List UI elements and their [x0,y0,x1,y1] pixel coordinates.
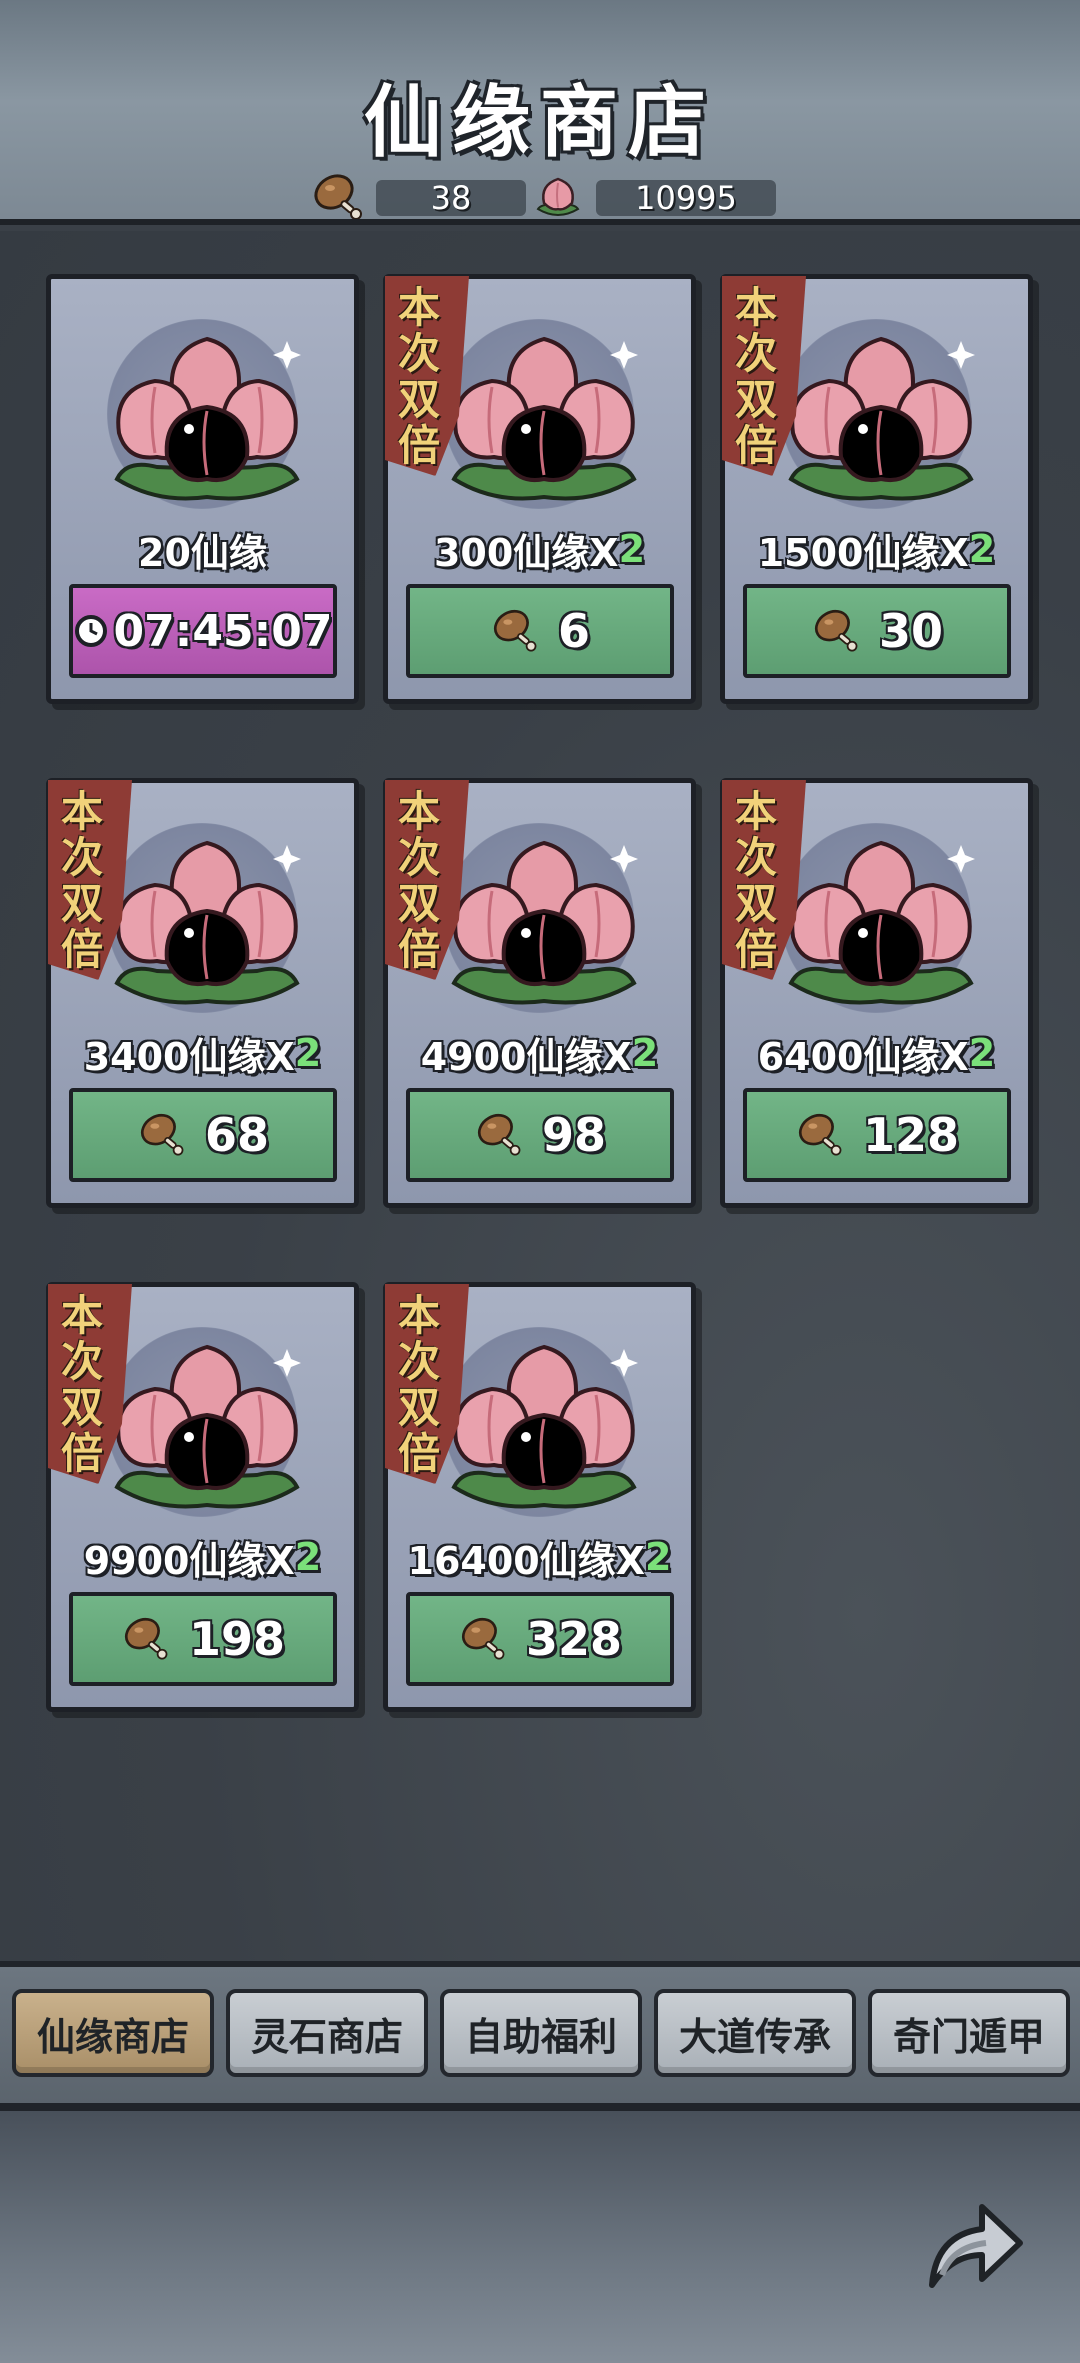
item-amount: 1500仙缘X [757,530,969,575]
shop-item-card[interactable]: 本次双倍 300仙缘X 2 6 [383,274,696,704]
item-amount: 3400仙缘X [83,1034,295,1079]
drumstick-icon [814,609,858,652]
item-amount-label: 1500仙缘X 2 [733,517,1020,581]
shop-item-card[interactable]: 本次双倍 1500仙缘X 2 30 [720,274,1033,704]
tab-self-welfare[interactable]: 自助福利 [440,1989,642,2077]
peach-bundle-icon [451,336,638,501]
item-multiplier: 2 [968,1031,996,1075]
item-amount-label: 16400仙缘X 2 [396,1525,683,1589]
price-text: 30 [878,604,943,658]
peach-bundle-icon [788,336,975,501]
price-text: 328 [525,1612,623,1666]
item-amount: 300仙缘X [433,530,619,575]
double-badge: 本次双倍 [735,787,778,974]
price-text: 128 [862,1108,960,1162]
buy-button[interactable]: 68 [69,1088,337,1182]
item-multiplier: 2 [968,527,996,571]
double-badge: 本次双倍 [398,1291,441,1478]
drumstick-icon [461,1617,505,1660]
clock-icon [74,615,107,647]
price-text: 68 [204,1108,269,1162]
drumstick-icon [140,1113,184,1156]
drumstick-count: 38 [376,179,526,217]
drumstick-icon [477,1113,521,1156]
peach-bundle-icon [114,336,301,501]
share-arrow-icon[interactable] [912,2185,1032,2305]
item-amount: 6400仙缘X [757,1034,969,1079]
peach-bundle-icon [114,1344,301,1509]
item-amount-label: 300仙缘X 2 [396,517,683,581]
buy-button[interactable]: 128 [743,1088,1011,1182]
page-title: 仙缘商店 [363,77,716,168]
buy-button[interactable]: 198 [69,1592,337,1686]
item-amount: 16400仙缘X [407,1538,646,1583]
double-badge: 本次双倍 [398,283,441,470]
tab-dao-inheritance[interactable]: 大道传承 [654,1989,856,2077]
shop-item-card[interactable]: 本次双倍 16400仙缘X 2 328 [383,1282,696,1712]
item-multiplier: 2 [618,527,646,571]
shop-tabs: 仙缘商店 灵石商店 自助福利 大道传承 奇门遁甲 [0,1961,1080,2111]
item-amount-label: 4900仙缘X 2 [396,1021,683,1085]
shop-grid: 20仙缘 07:45:07 本次双倍 300仙缘X 2 6 本次双倍 1500仙… [0,231,1080,1961]
peach-bundle-icon [451,840,638,1005]
drumstick-icon [493,609,537,652]
buy-button[interactable]: 98 [406,1088,674,1182]
price-text: 198 [188,1612,286,1666]
shop-item-card[interactable]: 本次双倍 3400仙缘X 2 68 [46,778,359,1208]
item-amount: 20仙缘 [138,530,267,575]
item-amount-label: 9900仙缘X 2 [59,1525,346,1589]
item-multiplier: 2 [294,1031,322,1075]
peach-bundle-icon [788,840,975,1005]
drumstick-icon [124,1617,168,1660]
price-text: 98 [541,1108,606,1162]
buy-button[interactable]: 30 [743,584,1011,678]
price-text: 6 [557,604,590,658]
drumstick-icon [798,1113,842,1156]
double-badge: 本次双倍 [61,787,104,974]
item-multiplier: 2 [294,1535,322,1579]
tab-qimen-dunjia[interactable]: 奇门遁甲 [868,1989,1070,2077]
double-badge: 本次双倍 [398,787,441,974]
item-multiplier: 2 [645,1535,672,1579]
tab-xianyuan-shop[interactable]: 仙缘商店 [12,1989,214,2077]
timer-button[interactable]: 07:45:07 [69,584,337,678]
peach-bundle-icon [451,1344,638,1509]
double-badge: 本次双倍 [735,283,778,470]
buy-button[interactable]: 328 [406,1592,674,1686]
item-amount: 9900仙缘X [83,1538,295,1583]
tab-spirit-stone-shop[interactable]: 灵石商店 [226,1989,428,2077]
shop-item-card[interactable]: 本次双倍 6400仙缘X 2 128 [720,778,1033,1208]
peach-balance: 10995 [530,177,776,218]
drumstick-icon [314,174,362,220]
double-badge: 本次双倍 [61,1291,104,1478]
item-multiplier: 2 [631,1031,659,1075]
shop-header: 仙缘商店 38 10995 [0,0,1080,225]
item-amount-label: 6400仙缘X 2 [733,1021,1020,1085]
item-amount-label: 3400仙缘X 2 [59,1021,346,1085]
shop-item-card[interactable]: 本次双倍 9900仙缘X 2 198 [46,1282,359,1712]
peach-count: 10995 [596,179,776,217]
countdown-text: 07:45:07 [113,605,333,657]
drumstick-balance: 38 [310,174,526,220]
peach-icon [536,177,580,216]
shop-item-card[interactable]: 20仙缘 07:45:07 [46,274,359,704]
peach-bundle-icon [114,840,301,1005]
item-amount: 4900仙缘X [420,1034,632,1079]
shop-item-card[interactable]: 本次双倍 4900仙缘X 2 98 [383,778,696,1208]
item-amount-label: 20仙缘 [59,517,346,581]
buy-button[interactable]: 6 [406,584,674,678]
